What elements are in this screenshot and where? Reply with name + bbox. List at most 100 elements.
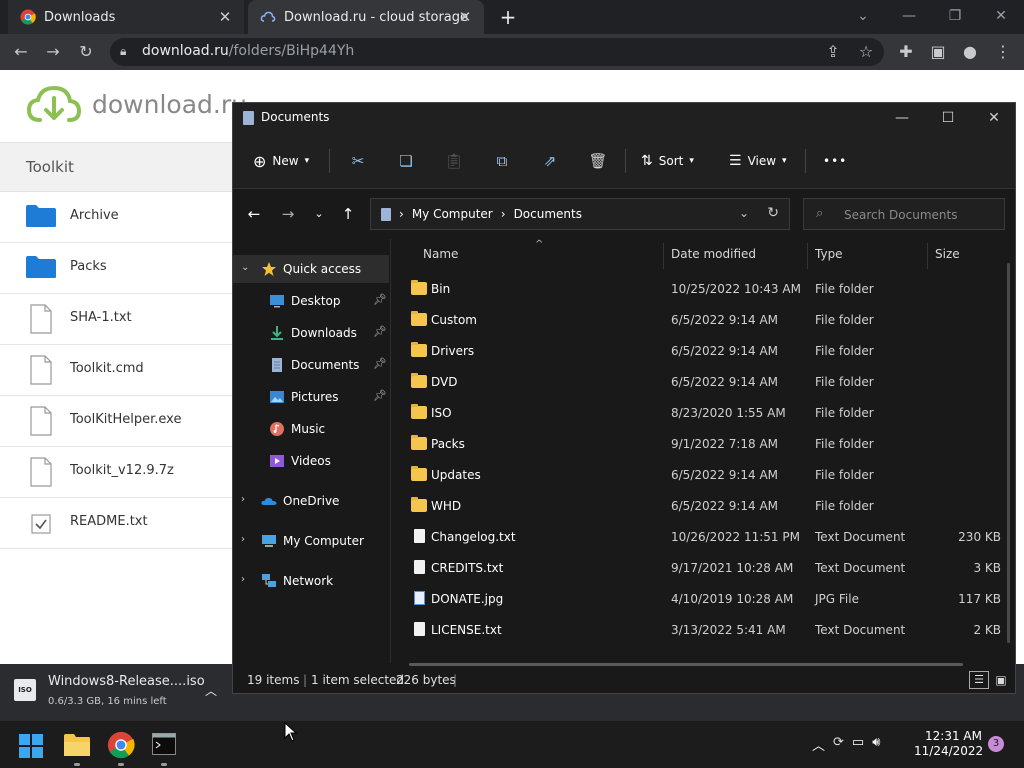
nav-item-quick-access[interactable]: ⌄ Quick access [233,255,389,283]
restore-icon[interactable]: ❐ [942,4,968,28]
download-file-name[interactable]: Windows8-Release....iso [48,674,205,689]
tab-downloads[interactable]: Downloads ✕ [8,0,244,34]
chevron-up-icon[interactable]: ︿ [812,735,825,754]
share-icon[interactable]: ⇪ [820,39,846,65]
chevron-right-icon: › [500,207,506,221]
address-bar[interactable]: › My Computer › Documents ⌄ ↻ [370,198,790,230]
close-icon[interactable]: ✕ [988,4,1014,28]
nav-item-desktop[interactable]: Desktop 📌︎ [233,287,389,315]
search-box[interactable]: ⌕ Search Documents [803,198,1005,230]
nav-item-documents[interactable]: Documents 📌︎ [233,351,389,379]
list-item[interactable]: Packs [0,243,232,294]
view-button[interactable]: ☰ View ▾ [729,149,787,173]
chevron-right-icon[interactable]: › [241,494,245,505]
column-header-size[interactable]: Size [935,247,960,261]
details-view-icon[interactable]: ☰ [969,671,989,689]
delete-icon[interactable]: 🗑︎ [586,149,610,173]
side-panel-icon[interactable]: ▣ [925,39,951,65]
chevron-down-icon[interactable]: ⌄ [241,262,249,273]
more-options-button[interactable]: ••• [823,149,847,173]
table-row[interactable]: WHD 6/5/2022 9:14 AM File folder [393,490,1003,521]
chevron-down-icon[interactable]: ⌄ [850,4,876,28]
column-header-type[interactable]: Type [815,247,843,261]
table-row[interactable]: Updates 6/5/2022 9:14 AM File folder [393,459,1003,490]
list-item[interactable]: Archive [0,192,232,243]
sync-icon[interactable]: ⟳ [833,735,844,754]
list-item[interactable]: Toolkit_v12.9.7z [0,447,232,498]
table-row[interactable]: ISO 8/23/2020 1:55 AM File folder [393,397,1003,428]
nav-item-videos[interactable]: Videos [233,447,389,475]
windows-start-icon[interactable] [18,733,44,759]
table-row[interactable]: LICENSE.txt 3/13/2022 5:41 AM Text Documen… [393,614,1003,645]
maximize-icon[interactable]: ☐ [933,106,963,130]
tab-download-ru[interactable]: Download.ru - cloud storage ✕ [248,0,484,34]
column-header-date[interactable]: Date modified [671,247,756,261]
address-bar[interactable]: 🔒︎ download.ru/folders/BiHp44Yh [110,38,884,66]
terminal-icon[interactable] [152,733,176,755]
recent-locations-icon[interactable]: ⌄ [308,203,330,225]
close-icon[interactable]: ✕ [216,8,234,26]
profile-icon[interactable]: ● [957,39,983,65]
file-explorer-icon[interactable] [63,733,91,757]
table-row[interactable]: Changelog.txt 10/26/2022 11:51 PM Text Doc… [393,521,1003,552]
chevron-down-icon[interactable]: ⌄ [739,206,749,220]
minimize-icon[interactable]: — [896,4,922,28]
nav-item-onedrive[interactable]: › OneDrive [233,487,389,515]
table-row[interactable]: CREDITS.txt 9/17/2021 10:28 AM Text Docume… [393,552,1003,583]
close-icon[interactable]: ✕ [456,8,474,26]
forward-arrow-icon[interactable]: → [277,203,299,225]
refresh-icon[interactable]: ↻ [767,205,779,221]
tiles-view-icon[interactable]: ▣ [991,671,1011,689]
minimize-icon[interactable]: — [887,106,917,130]
table-row[interactable]: DONATE.jpg 4/10/2019 10:28 AM JPG File 117 … [393,583,1003,614]
rename-icon[interactable]: ⧉ [490,149,514,173]
pin-icon: 📌︎ [373,293,387,306]
table-row[interactable]: Drivers 6/5/2022 9:14 AM File folder [393,335,1003,366]
list-item[interactable]: ToolKitHelper.exe [0,396,232,447]
paste-icon[interactable]: 📋︎ [442,149,466,173]
chrome-icon[interactable] [107,731,135,759]
table-row[interactable]: Bin 10/25/2022 10:43 AM File folder [393,273,1003,304]
table-row[interactable]: Packs 9/1/2022 7:18 AM File folder [393,428,1003,459]
chevron-right-icon[interactable]: › [241,574,245,585]
breadcrumb-item[interactable]: Documents [514,207,582,221]
nav-item-downloads[interactable]: Downloads 📌︎ [233,319,389,347]
list-item[interactable]: Toolkit.cmd [0,345,232,396]
nav-item-network[interactable]: › Network [233,567,389,595]
copy-icon[interactable]: ❏ [394,149,418,173]
nav-item-my-computer[interactable]: › My Computer [233,527,389,555]
table-row[interactable]: Custom 6/5/2022 9:14 AM File folder [393,304,1003,335]
forward-arrow-icon[interactable]: → [40,39,66,65]
new-tab-button[interactable]: + [496,5,520,29]
network-icon[interactable]: ▭ [852,735,864,754]
menu-kebab-icon[interactable]: ⋮ [990,39,1016,65]
up-arrow-icon[interactable]: ↑ [337,203,359,225]
checkbox-icon[interactable] [31,514,51,534]
new-button[interactable]: ⊕ New ▾ [253,149,309,173]
bookmark-star-icon[interactable]: ☆ [853,39,879,65]
chevron-up-icon[interactable]: ︿ [205,682,217,699]
url-text[interactable]: download.ru/folders/BiHp44Yh [142,43,354,59]
nav-item-music[interactable]: Music [233,415,389,443]
back-arrow-icon[interactable]: ← [8,39,34,65]
list-item[interactable]: README.txt [0,498,232,549]
cut-icon[interactable]: ✂ [346,149,370,173]
volume-icon[interactable]: 🔊︎ [872,735,880,754]
sort-button[interactable]: ⇅ Sort ▾ [641,149,694,173]
vertical-scrollbar[interactable] [1007,263,1010,643]
reload-icon[interactable]: ↻ [73,39,99,65]
close-icon[interactable]: ✕ [979,106,1009,130]
nav-item-pictures[interactable]: Pictures 📌︎ [233,383,389,411]
column-header-name[interactable]: Name [423,247,458,261]
extensions-icon[interactable]: ✚ [893,39,919,65]
breadcrumb-item[interactable]: My Computer [412,207,493,221]
share-icon[interactable]: ⇗ [538,149,562,173]
horizontal-scrollbar[interactable] [409,663,963,666]
table-row[interactable]: DVD 6/5/2022 9:14 AM File folder [393,366,1003,397]
notification-badge[interactable]: 3 [988,736,1004,752]
chevron-right-icon[interactable]: › [241,534,245,545]
site-logo[interactable]: download.ru [26,84,247,124]
list-item[interactable]: SHA-1.txt [0,294,232,345]
clock[interactable]: 12:31 AM 11/24/2022 [914,729,983,759]
back-arrow-icon[interactable]: ← [243,203,265,225]
